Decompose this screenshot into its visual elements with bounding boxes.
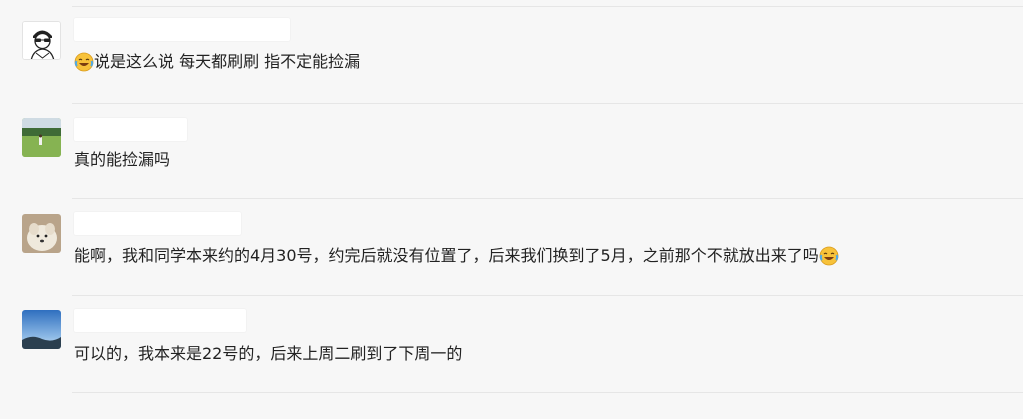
username-placeholder[interactable] (74, 118, 187, 141)
laughing-crying-emoji-icon (74, 52, 94, 72)
comment-item: 真的能捡漏吗 (0, 104, 1023, 201)
comment-text: 能啊，我和同学本来约的4月30号，约完后就没有位置了，后来我们换到了5月，之前那… (74, 246, 839, 266)
avatar[interactable] (22, 21, 61, 60)
comment-feed: 说是这么说 每天都刷刷 指不定能捡漏 真的能捡漏吗 能啊，我和同学本来约的4月3… (0, 0, 1023, 419)
avatar[interactable] (22, 214, 61, 253)
sketch-person-icon (23, 22, 60, 59)
comment-body: 能啊，我和同学本来约的4月30号，约完后就没有位置了，后来我们换到了5月，之前那… (74, 246, 819, 265)
username-placeholder[interactable] (74, 212, 241, 235)
divider (72, 392, 1023, 393)
comment-item: 说是这么说 每天都刷刷 指不定能捡漏 (0, 7, 1023, 104)
comment-body: 真的能捡漏吗 (74, 150, 171, 169)
comment-item: 可以的，我本来是22号的，后来上周二刷到了下周一的 (0, 296, 1023, 393)
comment-body: 可以的，我本来是22号的，后来上周二刷到了下周一的 (74, 344, 463, 363)
comment-text: 真的能捡漏吗 (74, 150, 170, 170)
field-photo-icon (22, 118, 61, 157)
username-placeholder[interactable] (74, 18, 290, 41)
dog-photo-icon (22, 214, 61, 253)
comment-body: 说是这么说 每天都刷刷 指不定能捡漏 (94, 52, 361, 71)
username-placeholder[interactable] (74, 309, 246, 332)
avatar[interactable] (22, 310, 61, 349)
comment-text: 说是这么说 每天都刷刷 指不定能捡漏 (74, 52, 360, 72)
comment-text: 可以的，我本来是22号的，后来上周二刷到了下周一的 (74, 344, 462, 364)
comment-item: 能啊，我和同学本来约的4月30号，约完后就没有位置了，后来我们换到了5月，之前那… (0, 199, 1023, 296)
avatar[interactable] (22, 118, 61, 157)
sky-photo-icon (22, 310, 61, 349)
laughing-crying-emoji-icon (819, 246, 839, 266)
